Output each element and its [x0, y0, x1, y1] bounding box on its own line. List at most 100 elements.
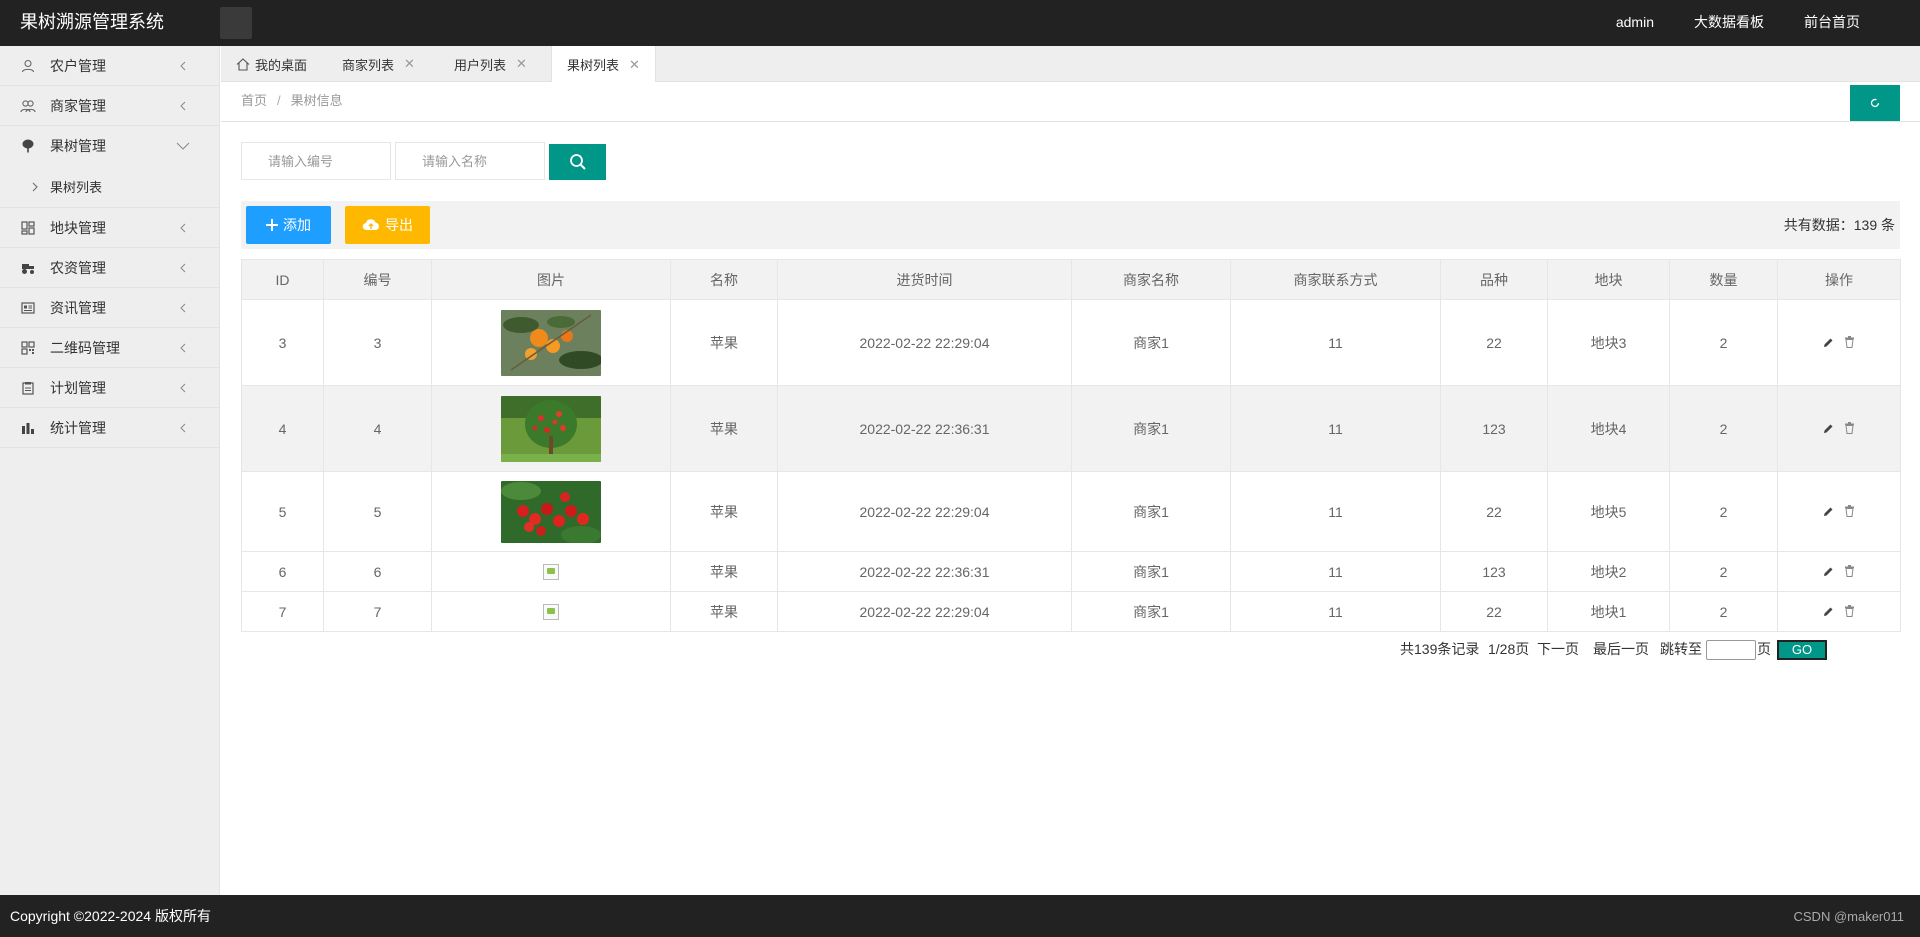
- edit-icon[interactable]: [1823, 337, 1834, 348]
- cell-code: 6: [323, 551, 432, 592]
- close-icon[interactable]: ✕: [516, 56, 527, 72]
- sidebar-item-label: 农户管理: [50, 57, 106, 74]
- delete-icon[interactable]: [1844, 565, 1855, 577]
- cell-actions: [1777, 299, 1901, 386]
- delete-icon[interactable]: [1844, 505, 1855, 517]
- edit-icon[interactable]: [1823, 566, 1834, 577]
- fruit-tree-table: ID 编号 图片 名称 进货时间 商家名称 商家联系方式 品种 地块 数量 操作…: [241, 259, 1901, 632]
- cell-id: 7: [241, 591, 324, 632]
- cell-merchant: 商家1: [1071, 299, 1231, 386]
- sidebar-item-farmers[interactable]: 农户管理: [0, 46, 219, 86]
- cell-qty: 2: [1669, 299, 1778, 386]
- bigdata-dashboard-link[interactable]: 大数据看板: [1674, 0, 1784, 46]
- col-header-qty: 数量: [1669, 259, 1778, 300]
- name-search-input[interactable]: [395, 142, 545, 180]
- pagination-total: 共139条记录: [1400, 641, 1480, 657]
- cell-contact: 11: [1230, 299, 1441, 386]
- cell-qty: 2: [1669, 385, 1778, 472]
- table-row: 6 6 苹果 2022-02-22 22:36:31 商家1 11 123 地块…: [241, 551, 1901, 592]
- pagination-next[interactable]: 下一页: [1537, 640, 1579, 658]
- chevron-left-icon: [175, 220, 191, 236]
- delete-icon[interactable]: [1844, 422, 1855, 434]
- top-header: 果树溯源管理系统 admin 大数据看板 前台首页: [0, 0, 1920, 46]
- cell-actions: [1777, 551, 1901, 592]
- chevron-down-icon: [175, 138, 191, 154]
- cell-qty: 2: [1669, 591, 1778, 632]
- cell-time: 2022-02-22 22:29:04: [777, 299, 1072, 386]
- tab-merchant-list[interactable]: 商家列表 ✕: [327, 46, 430, 82]
- cell-id: 3: [241, 299, 324, 386]
- fruit-image-orange: [501, 309, 601, 376]
- cell-time: 2022-02-22 22:29:04: [777, 471, 1072, 552]
- cell-variety: 22: [1440, 471, 1548, 552]
- sidebar-item-plans[interactable]: 计划管理: [0, 368, 219, 408]
- cell-plot: 地块4: [1547, 385, 1670, 472]
- close-icon[interactable]: ✕: [629, 57, 640, 73]
- breadcrumb-home[interactable]: 首页: [241, 93, 267, 108]
- tab-tree-list[interactable]: 果树列表 ✕: [551, 46, 656, 83]
- user-icon: [20, 58, 36, 74]
- pagination-last[interactable]: 最后一页: [1593, 640, 1653, 658]
- sidebar-item-stats[interactable]: 统计管理: [0, 408, 219, 448]
- tab-label: 我的桌面: [255, 57, 308, 73]
- user-menu-admin[interactable]: admin: [1596, 0, 1674, 46]
- cell-id: 5: [241, 471, 324, 552]
- cell-code: 7: [323, 591, 432, 632]
- cell-actions: [1777, 471, 1901, 552]
- add-button-label: 添加: [283, 217, 311, 233]
- table-row: 5 5 苹果 2022-02-22 22:29:04 商家1 11 22 地块5…: [241, 471, 1901, 552]
- footer: Copyright ©2022-2024 版权所有 CSDN @maker011: [0, 895, 1920, 937]
- cell-qty: 2: [1669, 551, 1778, 592]
- sidebar-item-merchants[interactable]: 商家管理: [0, 86, 219, 126]
- tab-user-list[interactable]: 用户列表 ✕: [439, 46, 542, 82]
- app-title: 果树溯源管理系统: [20, 12, 164, 32]
- sidebar-item-news[interactable]: 资讯管理: [0, 288, 219, 328]
- refresh-button[interactable]: [1850, 85, 1900, 121]
- code-search-input[interactable]: [241, 142, 391, 180]
- menu-toggle-button[interactable]: [220, 7, 252, 39]
- cell-name: 苹果: [670, 551, 778, 592]
- delete-icon[interactable]: [1844, 605, 1855, 617]
- delete-icon[interactable]: [1844, 336, 1855, 348]
- broken-image-icon: [543, 604, 559, 621]
- sidebar-item-label: 计划管理: [50, 379, 106, 396]
- refresh-icon: [1870, 98, 1880, 108]
- add-button[interactable]: 添加: [246, 206, 331, 244]
- chevron-left-icon: [175, 98, 191, 114]
- cell-actions: [1777, 591, 1901, 632]
- search-button[interactable]: [549, 144, 606, 180]
- cell-contact: 11: [1230, 471, 1441, 552]
- grid-icon: [20, 220, 36, 236]
- sidebar-item-qrcode[interactable]: 二维码管理: [0, 328, 219, 368]
- tractor-icon: [20, 260, 36, 276]
- edit-icon[interactable]: [1823, 606, 1834, 617]
- edit-icon[interactable]: [1823, 506, 1834, 517]
- sidebar-item-label: 二维码管理: [50, 339, 120, 356]
- pagination-page-info: 1/28页: [1488, 641, 1530, 657]
- cell-plot: 地块1: [1547, 591, 1670, 632]
- pagination-jump-input[interactable]: [1706, 640, 1756, 660]
- cell-plot: 地块5: [1547, 471, 1670, 552]
- sidebar-item-plots[interactable]: 地块管理: [0, 208, 219, 248]
- go-button[interactable]: GO: [1777, 640, 1827, 660]
- sidebar-item-trees[interactable]: 果树管理: [0, 126, 219, 166]
- cell-contact: 11: [1230, 385, 1441, 472]
- export-button[interactable]: 导出: [345, 206, 430, 244]
- frontend-home-link[interactable]: 前台首页: [1784, 0, 1880, 46]
- close-icon[interactable]: ✕: [404, 56, 415, 72]
- chevron-left-icon: [175, 420, 191, 436]
- cell-code: 5: [323, 471, 432, 552]
- sidebar-item-supplies[interactable]: 农资管理: [0, 248, 219, 288]
- sidebar-subitem-tree-list[interactable]: 果树列表: [0, 166, 219, 208]
- broken-image-icon: [543, 564, 559, 581]
- edit-icon[interactable]: [1823, 423, 1834, 434]
- col-header-contact: 商家联系方式: [1230, 259, 1441, 300]
- table-toolbar: 添加 导出 共有数据：139 条: [241, 201, 1900, 249]
- cell-actions: [1777, 385, 1901, 472]
- cell-name: 苹果: [670, 591, 778, 632]
- col-header-plot: 地块: [1547, 259, 1670, 300]
- cell-id: 6: [241, 551, 324, 592]
- cell-variety: 123: [1440, 551, 1548, 592]
- tab-my-desktop[interactable]: 我的桌面: [221, 46, 322, 82]
- users-icon: [20, 98, 36, 114]
